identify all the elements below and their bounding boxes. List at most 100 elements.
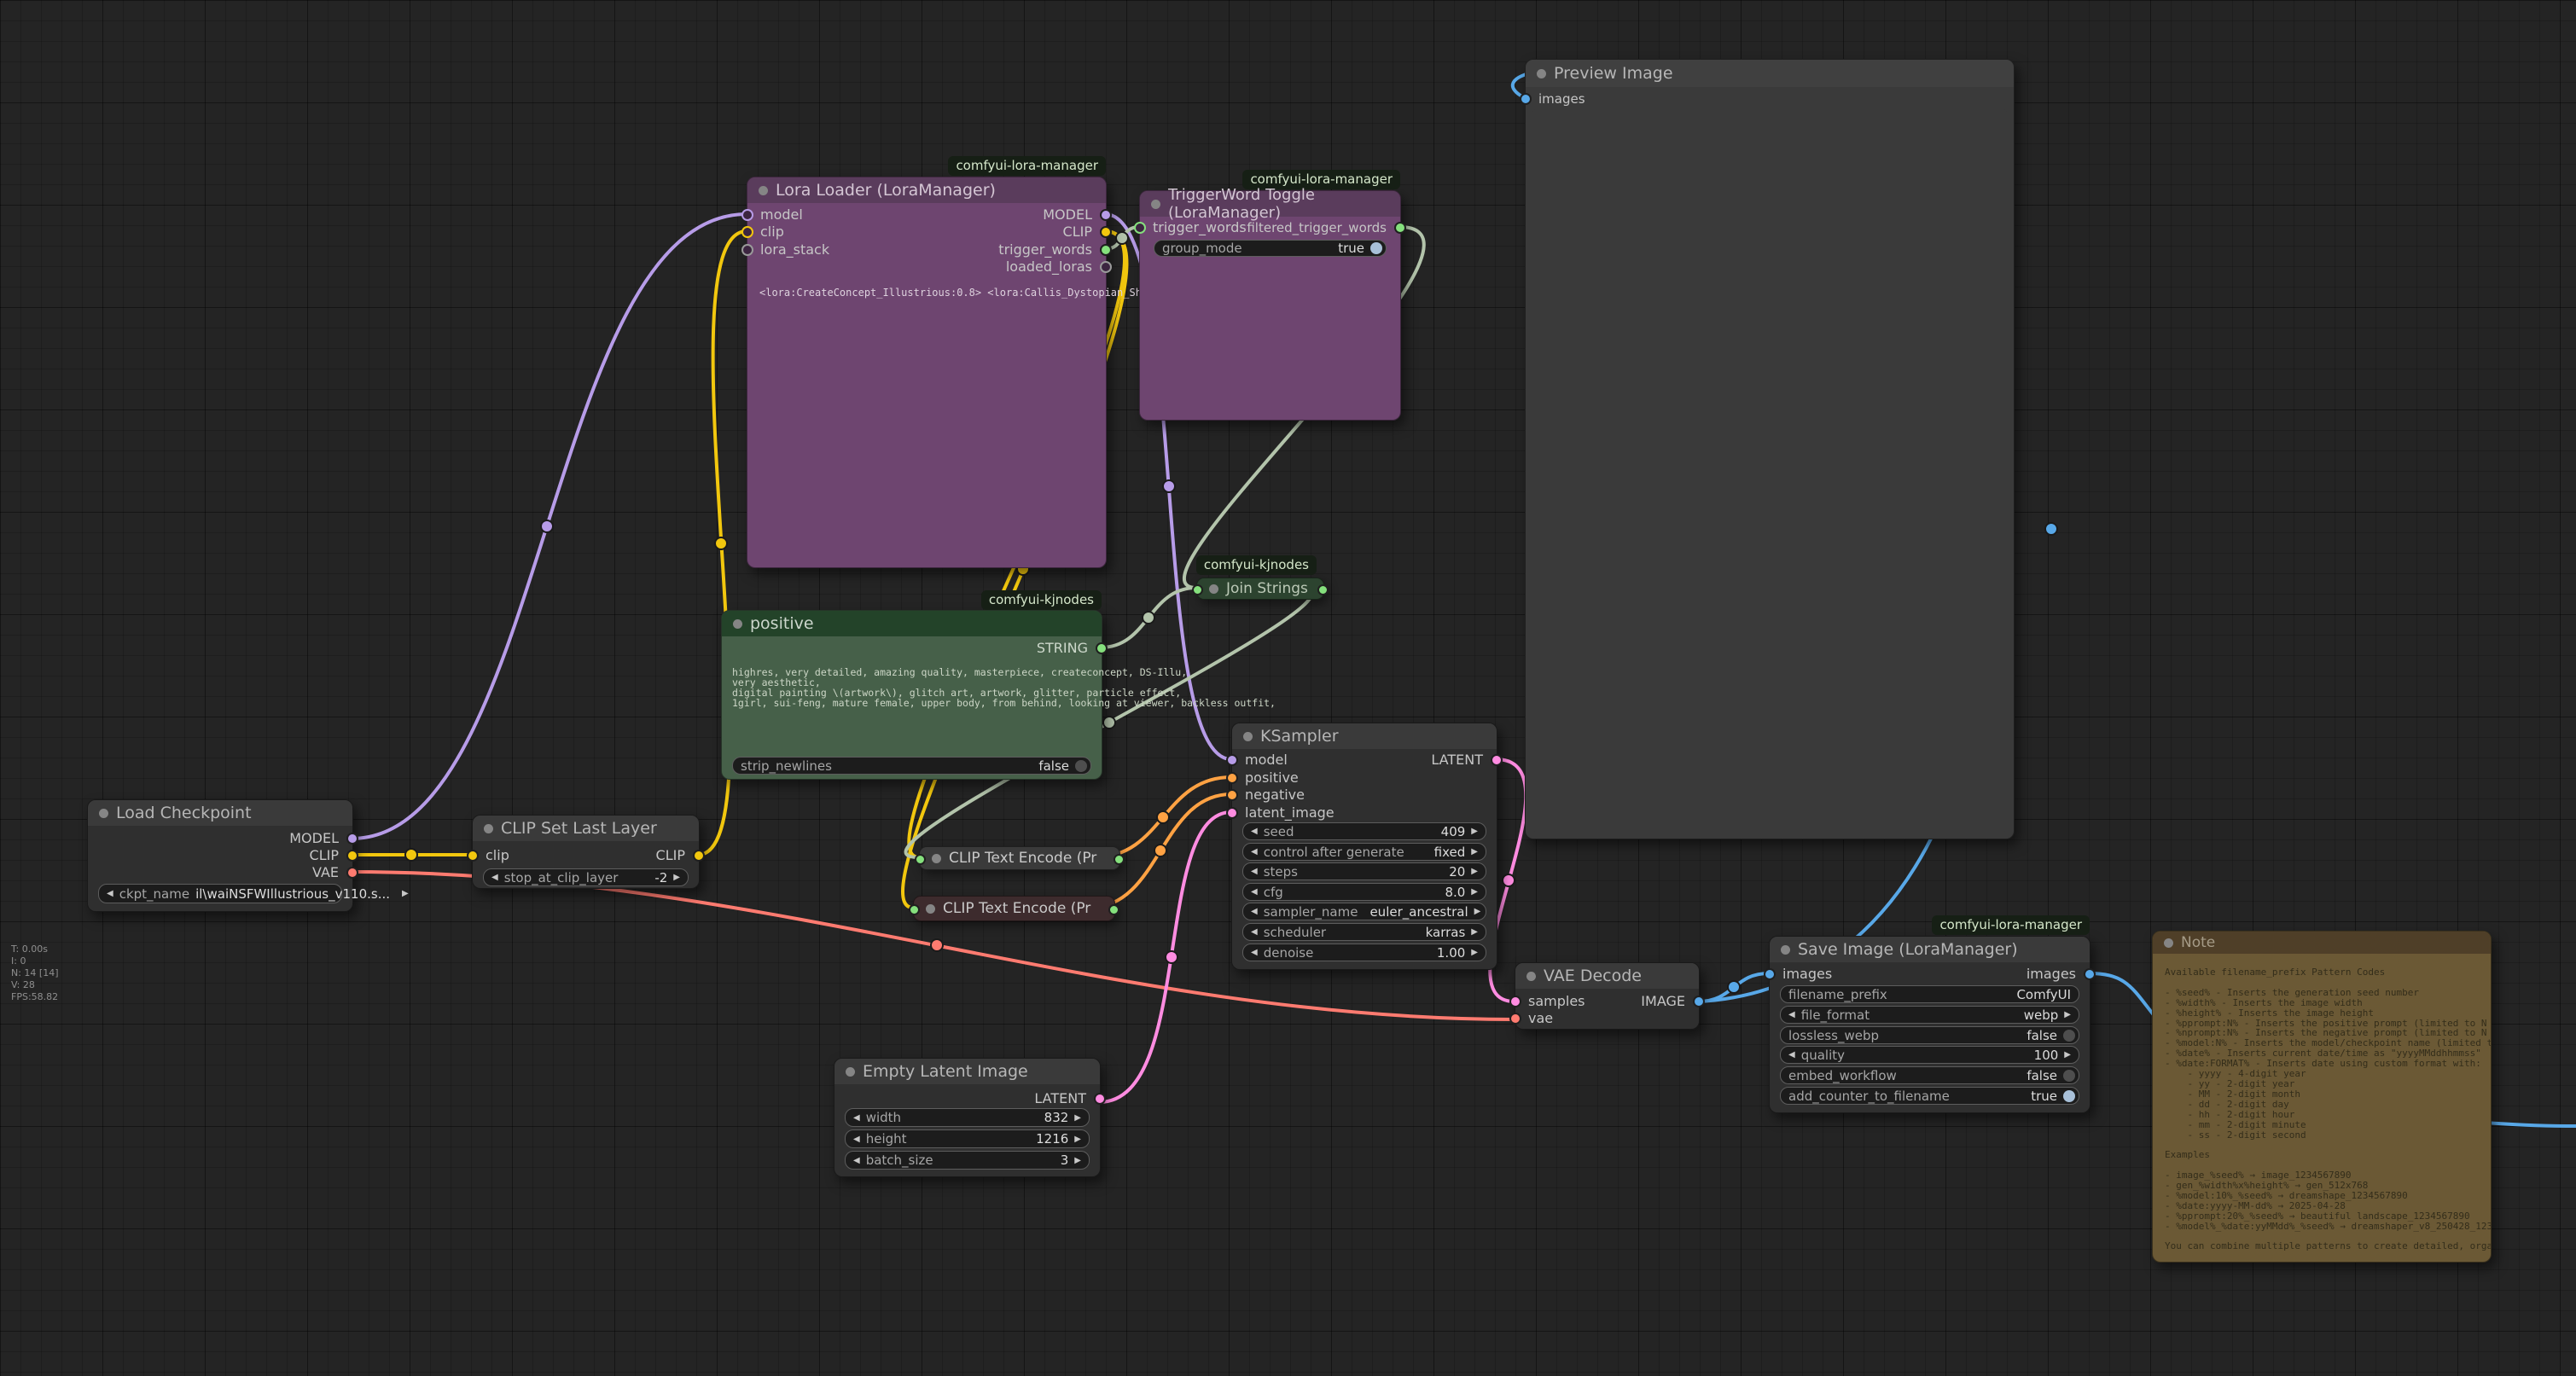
node-header[interactable]: TriggerWord Toggle (LoraManager) [1140, 191, 1400, 217]
widget-ckpt-name[interactable]: ◀ ckpt_name il\waiNSFWIllustrious_v110.s… [98, 884, 342, 903]
node-triggerword-toggle[interactable]: comfyui-lora-manager TriggerWord Toggle … [1139, 190, 1401, 421]
collapsed-input-port[interactable] [915, 854, 926, 865]
filtered-trigger-words-output-port[interactable] [1394, 222, 1406, 234]
prev-arrow-icon[interactable]: ◀ [853, 1131, 860, 1147]
prev-arrow-icon[interactable]: ◀ [853, 1152, 860, 1169]
next-arrow-icon[interactable]: ▶ [1474, 903, 1481, 920]
clip-input-port[interactable] [467, 850, 479, 862]
prev-arrow-icon[interactable]: ◀ [1788, 1007, 1795, 1023]
clip-input-port[interactable] [741, 226, 753, 238]
node-join-strings[interactable]: comfyui-kjnodes Join Strings [1196, 578, 1324, 600]
model-input-port[interactable] [741, 209, 753, 221]
prev-arrow-icon[interactable]: ◀ [1251, 863, 1258, 880]
node-header[interactable]: Lora Loader (LoraManager) [747, 177, 1106, 203]
clip-output-port[interactable] [346, 850, 358, 862]
prev-arrow-icon[interactable]: ◀ [853, 1110, 860, 1126]
latent-image-input-port[interactable] [1226, 807, 1238, 819]
samples-input-port[interactable] [1509, 996, 1521, 1007]
next-arrow-icon[interactable]: ▶ [402, 885, 409, 902]
node-clip-text-encode-negative[interactable]: CLIP Text Encode (Pr [913, 896, 1115, 921]
node-header[interactable]: VAE Decode [1515, 963, 1699, 989]
next-arrow-icon[interactable]: ▶ [1074, 1131, 1081, 1147]
next-arrow-icon[interactable]: ▶ [1471, 924, 1478, 940]
collapsed-output-port[interactable] [1317, 584, 1329, 595]
node-empty-latent-image[interactable]: Empty Latent Image LATENT ◀ width 832 ▶ … [834, 1058, 1101, 1177]
next-arrow-icon[interactable]: ▶ [1471, 944, 1478, 961]
comfyui-graph-canvas[interactable]: { "colors": { "model": "#b79ce8", "clip"… [0, 0, 2576, 1376]
toggle-off-indicator[interactable] [2063, 1030, 2075, 1042]
widget-width[interactable]: ◀ width 832 ▶ [845, 1108, 1090, 1127]
widget-scheduler[interactable]: ◀ scheduler karras ▶ [1242, 923, 1486, 941]
collapsed-output-port[interactable] [1108, 904, 1119, 915]
widget-batch-size[interactable]: ◀ batch_size 3 ▶ [845, 1151, 1090, 1170]
model-input-port[interactable] [1226, 754, 1238, 766]
latent-output-port[interactable] [1094, 1093, 1106, 1105]
loaded-loras-output-port[interactable] [1100, 261, 1112, 273]
next-arrow-icon[interactable]: ▶ [1074, 1152, 1081, 1169]
node-header[interactable]: positive [722, 611, 1102, 636]
prev-arrow-icon[interactable]: ◀ [1788, 1047, 1795, 1063]
next-arrow-icon[interactable]: ▶ [1471, 823, 1478, 839]
node-save-image[interactable]: comfyui-lora-manager Save Image (LoraMan… [1769, 936, 2090, 1113]
node-clip-set-last-layer[interactable]: CLIP Set Last Layer clip CLIP ◀ stop_at_… [472, 815, 700, 889]
widget-denoise[interactable]: ◀ denoise 1.00 ▶ [1242, 943, 1486, 961]
prev-arrow-icon[interactable]: ◀ [1251, 884, 1258, 900]
node-note[interactable]: Note Available filename_prefix Pattern C… [2152, 931, 2492, 1263]
clip-output-port[interactable] [693, 850, 705, 862]
node-header[interactable]: Preview Image [1526, 60, 2014, 87]
note-text[interactable]: Available filename_prefix Pattern Codes … [2165, 967, 2491, 1257]
node-header[interactable]: Note [2153, 932, 2491, 954]
next-arrow-icon[interactable]: ▶ [673, 869, 680, 885]
widget-group-mode[interactable]: group_mode true [1154, 240, 1387, 257]
widget-embed-workflow[interactable]: embed_workflow false [1780, 1066, 2079, 1084]
node-preview-image[interactable]: Preview Image images [1525, 59, 2015, 839]
toggle-on-indicator[interactable] [2063, 1090, 2075, 1102]
widget-file-format[interactable]: ◀ file_format webp ▶ [1780, 1006, 2079, 1024]
widget-add-counter-to-filename[interactable]: add_counter_to_filename true [1780, 1087, 2079, 1105]
node-vae-decode[interactable]: VAE Decode samples vae IMAGE [1515, 962, 1700, 1030]
widget-stop-at-clip-layer[interactable]: ◀ stop_at_clip_layer -2 ▶ [483, 868, 689, 886]
node-header[interactable]: Save Image (LoraManager) [1770, 937, 2090, 962]
node-header[interactable]: KSampler [1232, 723, 1497, 749]
widget-control-after-generate[interactable]: ◀ control after generate fixed ▶ [1242, 843, 1486, 861]
string-output-port[interactable] [1096, 642, 1108, 654]
trigger-words-input-port[interactable] [1134, 222, 1146, 234]
collapsed-input-port[interactable] [909, 904, 920, 915]
prev-arrow-icon[interactable]: ◀ [1251, 924, 1258, 940]
images-output-port[interactable] [2084, 968, 2096, 980]
node-lora-loader[interactable]: comfyui-lora-manager Lora Loader (LoraMa… [747, 177, 1107, 568]
prev-arrow-icon[interactable]: ◀ [1251, 903, 1258, 920]
widget-sampler-name[interactable]: ◀ sampler_name euler_ancestral ▶ [1242, 903, 1486, 920]
prev-arrow-icon[interactable]: ◀ [1251, 944, 1258, 961]
prev-arrow-icon[interactable]: ◀ [1251, 823, 1258, 839]
prompt-text[interactable]: highres, very detailed, amazing quality,… [732, 667, 1276, 708]
widget-seed[interactable]: ◀ seed 409 ▶ [1242, 822, 1486, 840]
prev-arrow-icon[interactable]: ◀ [491, 869, 498, 885]
node-header[interactable]: Empty Latent Image [834, 1059, 1100, 1084]
toggle-on-indicator[interactable] [1370, 242, 1382, 254]
widget-strip-newlines[interactable]: strip_newlines false [732, 757, 1091, 775]
node-load-checkpoint[interactable]: Load Checkpoint MODEL CLIP VAE ◀ ckpt_na… [87, 799, 353, 912]
next-arrow-icon[interactable]: ▶ [2064, 1007, 2071, 1023]
node-header[interactable]: CLIP Set Last Layer [473, 816, 699, 841]
node-header[interactable]: Load Checkpoint [88, 800, 352, 826]
collapsed-input-port[interactable] [1192, 584, 1203, 595]
widget-filename-prefix[interactable]: filename_prefix ComfyUI [1780, 985, 2079, 1003]
widget-lossless-webp[interactable]: lossless_webp false [1780, 1026, 2079, 1044]
model-output-port[interactable] [1100, 209, 1112, 221]
next-arrow-icon[interactable]: ▶ [2064, 1047, 2071, 1063]
images-input-port[interactable] [1520, 93, 1532, 105]
node-ksampler[interactable]: KSampler model positive negative latent_… [1231, 723, 1497, 970]
widget-cfg[interactable]: ◀ cfg 8.0 ▶ [1242, 883, 1486, 901]
trigger-words-output-port[interactable] [1100, 244, 1112, 256]
vae-output-port[interactable] [346, 867, 358, 879]
toggle-off-indicator[interactable] [2063, 1070, 2075, 1082]
widget-steps[interactable]: ◀ steps 20 ▶ [1242, 862, 1486, 880]
prev-arrow-icon[interactable]: ◀ [1251, 844, 1258, 860]
prev-arrow-icon[interactable]: ◀ [107, 885, 113, 902]
negative-input-port[interactable] [1226, 789, 1238, 801]
image-output-port[interactable] [1693, 996, 1705, 1007]
lora-stack-input-port[interactable] [741, 244, 753, 256]
widget-quality[interactable]: ◀ quality 100 ▶ [1780, 1046, 2079, 1064]
clip-output-port[interactable] [1100, 226, 1112, 238]
